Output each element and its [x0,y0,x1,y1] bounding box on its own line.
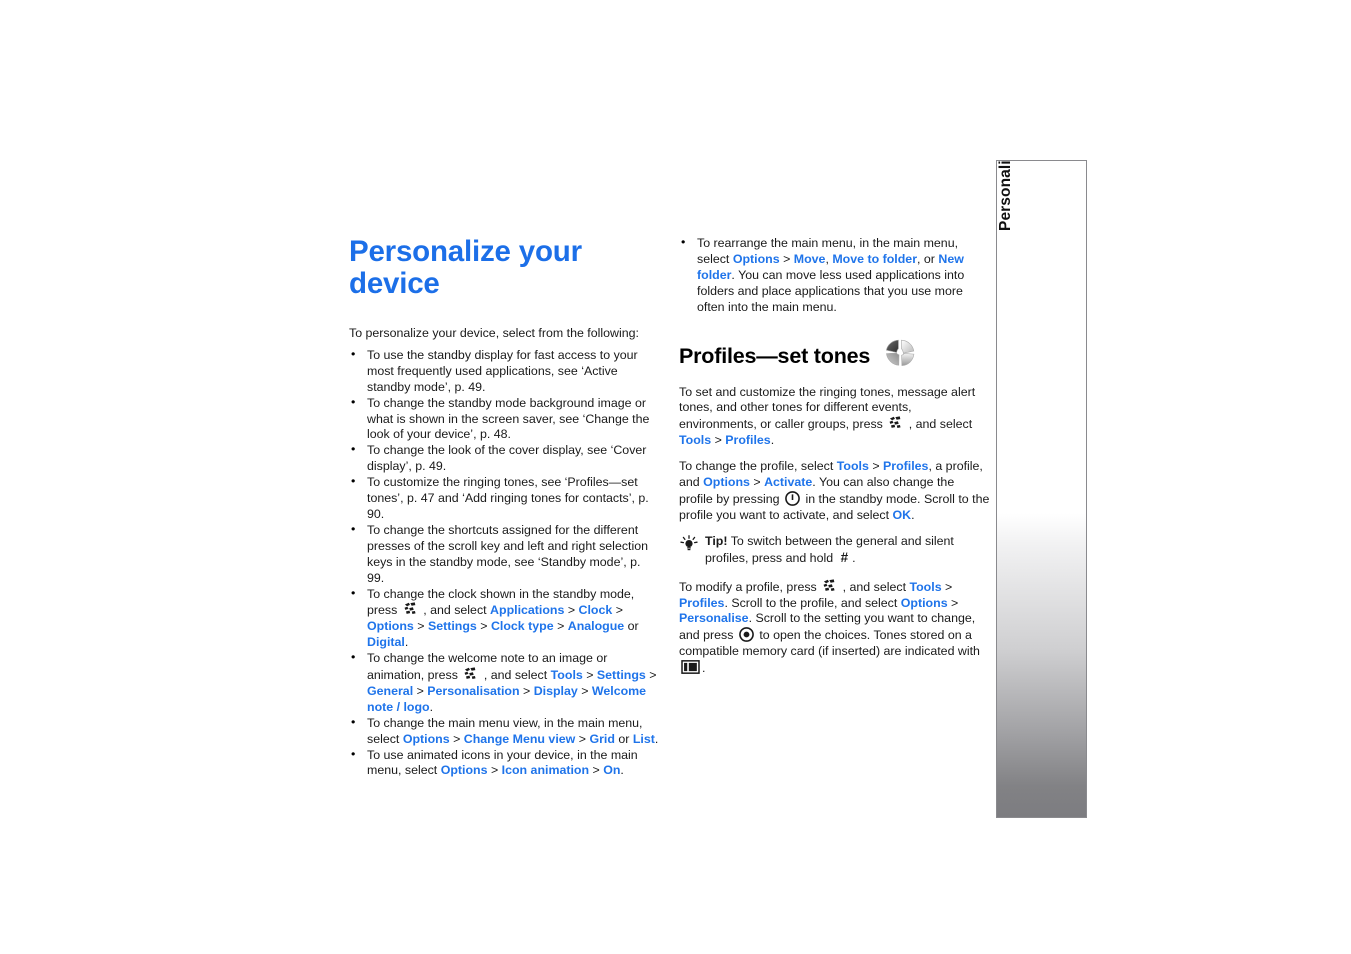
bullet-text: To change the look of the cover display,… [367,443,647,474]
ui-term-profiles[interactable]: Profiles [883,459,928,473]
ui-term-options[interactable]: Options [403,732,450,746]
ui-term-general[interactable]: General [367,684,413,698]
period: . [702,661,706,676]
list-item: To change the welcome note to an image o… [349,650,661,716]
list-item: To change the shortcuts assigned for the… [349,522,661,587]
list-item: To change the standby mode background im… [349,395,661,444]
right-column: To rearrange the main menu, in the main … [679,235,991,687]
conjunction: , or [917,251,935,266]
hash-key-icon: # [840,549,849,565]
bullet-text-cont: , and select [423,603,487,618]
bullet-text-cont: , and select [483,668,548,683]
left-column: Personalize your device To personalize y… [349,236,661,779]
lightbulb-icon [679,534,699,558]
ui-term-tools[interactable]: Tools [551,668,583,682]
section-heading-profiles: Profiles—set tones [679,338,991,375]
menu-key-icon [404,602,417,616]
tip-text: To switch between the general and silent… [705,533,954,565]
side-tab-label: Personalize your device [997,161,1015,231]
ui-term-display[interactable]: Display [534,684,578,698]
ui-term-activate[interactable]: Activate [764,475,812,489]
paragraph-text: To change the profile, select [679,459,834,474]
ui-term-ok[interactable]: OK [893,508,912,522]
bullet-text: To change the standby mode background im… [367,395,650,442]
ui-term-analogue[interactable]: Analogue [568,619,624,633]
ui-term-move-to-folder[interactable]: Move to folder [832,252,917,266]
ui-term-options[interactable]: Options [733,252,780,266]
bullet-text-cont: . You can move less used applications in… [697,267,965,314]
bullet-text: To customize the ringing tones, see ‘Pro… [367,475,649,521]
personalize-options-list: To use the standby display for fast acce… [349,347,661,780]
ui-term-options[interactable]: Options [441,763,488,777]
page-title: Personalize your device [349,235,582,300]
bullet-text: To change the shortcuts assigned for the… [367,522,649,585]
period: . [911,507,915,522]
ui-term-change-menu-view[interactable]: Change Menu view [464,732,576,746]
list-item: To use the standby display for fast acce… [349,347,661,396]
power-key-icon [785,491,800,506]
side-tab: Personalize your device 47 [996,160,1087,818]
ui-term-clock-type[interactable]: Clock type [491,619,554,633]
ui-term-icon-animation[interactable]: Icon animation [502,763,589,777]
menu-key-icon [823,579,836,593]
ui-term-tools[interactable]: Tools [837,459,869,473]
ui-term-list[interactable]: List [633,732,655,746]
ui-term-digital[interactable]: Digital [367,635,405,649]
tip-block: Tip! To switch between the general and s… [679,534,991,567]
menu-key-icon [889,416,902,430]
conjunction: or [627,619,639,634]
ui-term-applications[interactable]: Applications [490,603,564,617]
profiles-paragraph-2: To change the profile, select Tools > Pr… [679,459,990,522]
rearrange-menu-list: To rearrange the main menu, in the main … [679,235,991,316]
paragraph-text: To modify a profile, press [679,579,817,594]
profiles-icon [877,339,917,375]
bullet-text: To use the standby display for fast acce… [367,347,638,394]
ui-term-options[interactable]: Options [367,619,414,633]
ui-term-settings[interactable]: Settings [428,619,477,633]
manual-page: Personalize your device To personalize y… [0,0,1351,954]
list-item: To rearrange the main menu, in the main … [679,235,991,316]
ui-term-move[interactable]: Move [794,252,826,266]
paragraph-text-cont2: . Scroll to the profile, and select [724,595,898,610]
scroll-key-icon [739,627,754,643]
section-heading-text: Profiles—set tones [679,343,871,368]
paragraph-text-cont: , and select [842,579,907,594]
list-item: To customize the ringing tones, see ‘Pro… [349,474,661,523]
profiles-paragraph-3: To modify a profile, press , and select … [679,579,980,676]
ui-term-options[interactable]: Options [703,475,750,489]
list-item: To change the clock shown in the standby… [349,586,661,652]
ui-term-grid[interactable]: Grid [589,732,614,746]
ui-term-clock[interactable]: Clock [579,603,613,617]
ui-term-personalise[interactable]: Personalise [679,611,749,625]
ui-term-on[interactable]: On [603,763,620,777]
ui-term-settings[interactable]: Settings [597,668,646,682]
intro-paragraph: To personalize your device, select from … [349,326,639,340]
ui-term-options[interactable]: Options [901,596,948,610]
list-item: To use animated icons in your device, in… [349,747,661,780]
profiles-paragraph-1: To set and customize the ringing tones, … [679,384,976,448]
list-item: To change the main menu view, in the mai… [349,715,661,748]
ui-term-tools[interactable]: Tools [679,433,711,447]
period: . [770,433,775,448]
tip-label: Tip! [705,533,728,548]
conjunction: or [618,731,630,746]
list-item: To change the look of the cover display,… [349,442,661,475]
side-tab-gradient [997,513,1086,817]
memory-card-icon [681,660,700,675]
ui-term-profiles[interactable]: Profiles [679,596,724,610]
ui-term-personalisation[interactable]: Personalisation [427,684,519,698]
ui-term-tools[interactable]: Tools [909,580,941,594]
paragraph-text-cont: , and select [908,417,973,432]
menu-key-icon [464,667,477,681]
ui-term-profiles[interactable]: Profiles [725,433,770,447]
tip-period: . [852,550,856,565]
